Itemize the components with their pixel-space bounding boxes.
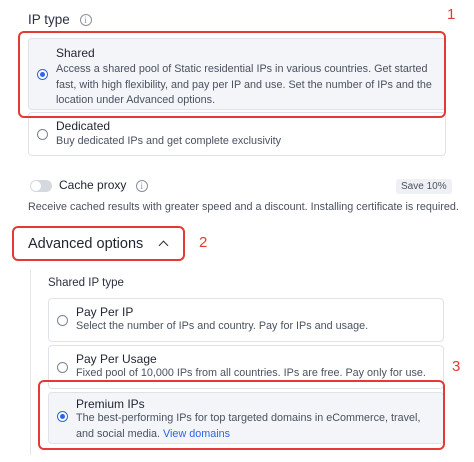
pay-per-ip-description: Select the number of IPs and country. Pa…	[76, 320, 369, 332]
annotation-number-2: 2	[199, 234, 208, 251]
pay-per-ip-title: Pay Per IP	[76, 305, 134, 319]
pay-per-usage-radio[interactable]	[57, 362, 68, 373]
annotation-box-2	[12, 226, 185, 261]
dedicated-radio[interactable]	[37, 129, 48, 140]
ip-type-heading: IP type i	[28, 12, 92, 27]
dedicated-title: Dedicated	[56, 119, 111, 133]
pay-per-ip-radio[interactable]	[57, 315, 68, 326]
save-badge: Save 10%	[396, 179, 452, 194]
annotation-box-1	[18, 31, 446, 118]
pay-per-usage-title: Pay Per Usage	[76, 352, 157, 366]
shared-ip-type-title: Shared IP type	[48, 277, 124, 289]
cache-proxy-toggle[interactable]	[30, 180, 52, 192]
annotation-number-1: 1	[447, 6, 456, 23]
cache-proxy-row: Cache proxy i	[59, 178, 148, 192]
annotation-number-3: 3	[452, 358, 461, 375]
cache-proxy-description: Receive cached results with greater spee…	[28, 201, 459, 213]
annotation-box-3	[38, 380, 445, 450]
shared-ip-option-pay-per-ip[interactable]: Pay Per IP Select the number of IPs and …	[48, 298, 444, 342]
advanced-section-divider	[30, 270, 31, 455]
cache-info-icon[interactable]: i	[135, 179, 148, 192]
ip-type-title: IP type	[28, 12, 70, 27]
info-icon[interactable]: i	[79, 14, 92, 27]
ip-type-option-dedicated[interactable]: Dedicated Buy dedicated IPs and get comp…	[28, 112, 446, 156]
dedicated-description: Buy dedicated IPs and get complete exclu…	[56, 135, 282, 147]
cache-proxy-label: Cache proxy	[59, 178, 127, 192]
